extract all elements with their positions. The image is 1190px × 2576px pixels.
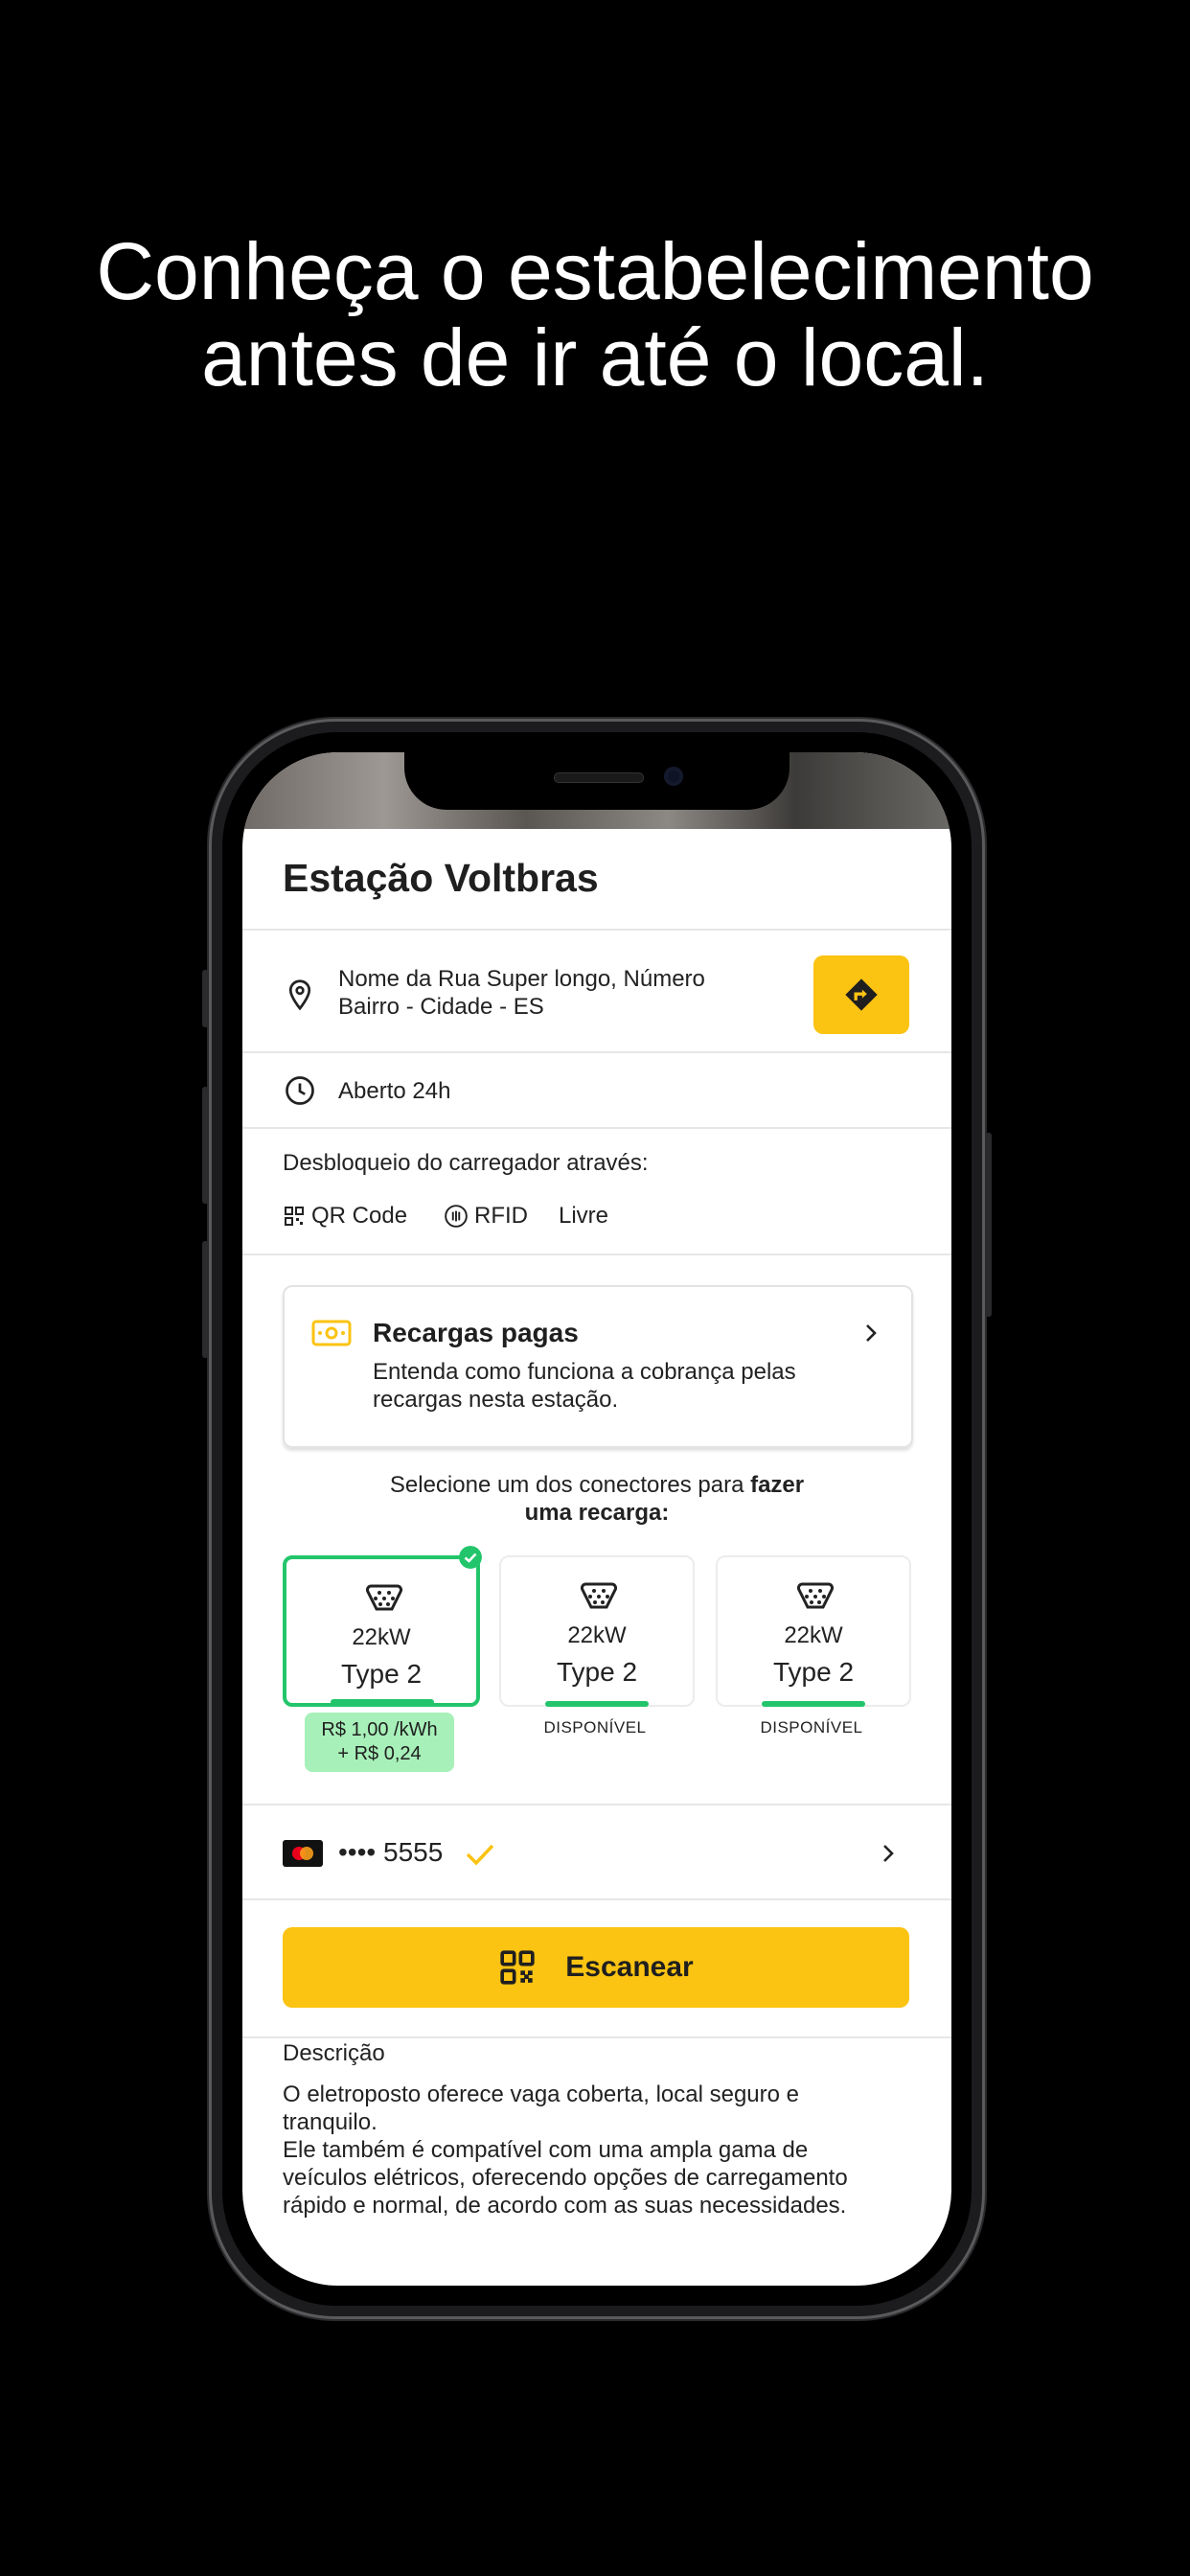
connector-power: 22kW (784, 1622, 843, 1648)
connector-card-3[interactable]: 22kW Type 2 (716, 1555, 911, 1707)
connector-power: 22kW (352, 1624, 411, 1650)
divider (242, 1051, 951, 1053)
connector-power: 22kW (567, 1622, 627, 1648)
payment-method-row[interactable]: •••• 5555 (242, 1806, 951, 1898)
price-line-2: + R$ 0,24 (337, 1743, 422, 1764)
description-paragraph-2: Ele também é compatível com uma ampla ga… (283, 2137, 848, 2219)
address-line-1: Nome da Rua Super longo, Número (338, 966, 705, 992)
money-icon (311, 1320, 352, 1346)
connector-status: DISPONÍVEL (760, 1718, 863, 1736)
unlock-option-label: QR Code (311, 1203, 408, 1229)
unlock-label: Desbloqueio do carregador através: (283, 1150, 649, 1176)
address-line-2: Bairro - Cidade - ES (338, 994, 544, 1020)
divider (242, 2036, 951, 2038)
unlock-option-free: Livre (559, 1203, 608, 1230)
type2-plug-icon (365, 1584, 403, 1611)
check-icon (466, 1844, 494, 1866)
type2-plug-icon (796, 1582, 835, 1609)
phone-power-button (985, 1133, 992, 1317)
phone-camera (664, 767, 683, 786)
connector-price-badge: R$ 1,00 /kWh + R$ 0,24 (305, 1713, 454, 1772)
directions-icon (845, 978, 878, 1011)
divider (242, 1127, 951, 1129)
phone-side-button (202, 970, 209, 1027)
promo-headline: Conheça o estabelecimento antes de ir at… (0, 228, 1190, 401)
availability-bar (545, 1701, 649, 1707)
paid-charges-card[interactable]: Recargas pagas Entenda como funciona a c… (283, 1285, 913, 1448)
divider (242, 1898, 951, 1900)
availability-bar (331, 1699, 434, 1705)
selected-check-icon (459, 1546, 482, 1569)
connector-type: Type 2 (556, 1657, 638, 1687)
clock-icon (286, 1076, 314, 1105)
connector-prompt: Selecione um dos conectores para fazer u… (242, 1471, 951, 1527)
price-line-1: R$ 1,00 /kWh (321, 1719, 438, 1740)
connector-card-2[interactable]: 22kW Type 2 (499, 1555, 695, 1707)
unlock-option-label: Livre (559, 1203, 609, 1229)
mastercard-icon (283, 1840, 323, 1867)
scan-button-label: Escanear (565, 1951, 694, 1983)
divider (242, 1254, 951, 1255)
headline-line-1: Conheça o estabelecimento (96, 226, 1094, 316)
headline-line-2: antes de ir até o local. (201, 312, 989, 402)
qr-code-icon (500, 1950, 535, 1985)
prompt-text: Selecione um dos conectores para (389, 1472, 751, 1498)
divider (242, 929, 951, 931)
availability-bar (762, 1701, 865, 1707)
hours-text: Aberto 24h (338, 1078, 451, 1104)
connector-card-1[interactable]: 22kW Type 2 (283, 1555, 480, 1707)
rfid-icon (445, 1205, 468, 1228)
chevron-right-icon (883, 1845, 894, 1862)
directions-button[interactable] (813, 955, 909, 1034)
description-paragraph-1: O eletroposto oferece vaga coberta, loca… (283, 2082, 799, 2135)
card-description: Entenda como funciona a cobrança pelas r… (373, 1359, 796, 1413)
connector-type: Type 2 (772, 1657, 855, 1687)
unlock-option-label: RFID (474, 1203, 528, 1229)
location-pin-icon (288, 979, 311, 1011)
prompt-bold-1: fazer (750, 1472, 805, 1498)
type2-plug-icon (580, 1582, 618, 1609)
card-title: Recargas pagas (373, 1318, 579, 1347)
unlock-option-qr: QR Code (283, 1203, 407, 1230)
phone-volume-up-button (202, 1087, 209, 1204)
phone-volume-down-button (202, 1241, 209, 1358)
description-text: O eletroposto oferece vaga coberta, loca… (283, 2081, 896, 2220)
app-screen: Estação Voltbras Nome da Rua Super longo… (242, 752, 951, 2286)
card-number-masked: •••• 5555 (338, 1837, 444, 1867)
description-label: Descrição (283, 2040, 385, 2066)
prompt-bold-2: uma recarga: (524, 1500, 670, 1526)
unlock-option-rfid: RFID (444, 1203, 528, 1230)
scan-button[interactable]: Escanear (283, 1927, 909, 2008)
connector-status: DISPONÍVEL (543, 1718, 647, 1736)
station-title: Estação Voltbras (283, 856, 599, 900)
connector-type: Type 2 (340, 1659, 423, 1689)
chevron-right-icon (866, 1324, 877, 1342)
qr-code-icon (285, 1207, 304, 1226)
phone-speaker (554, 772, 644, 783)
